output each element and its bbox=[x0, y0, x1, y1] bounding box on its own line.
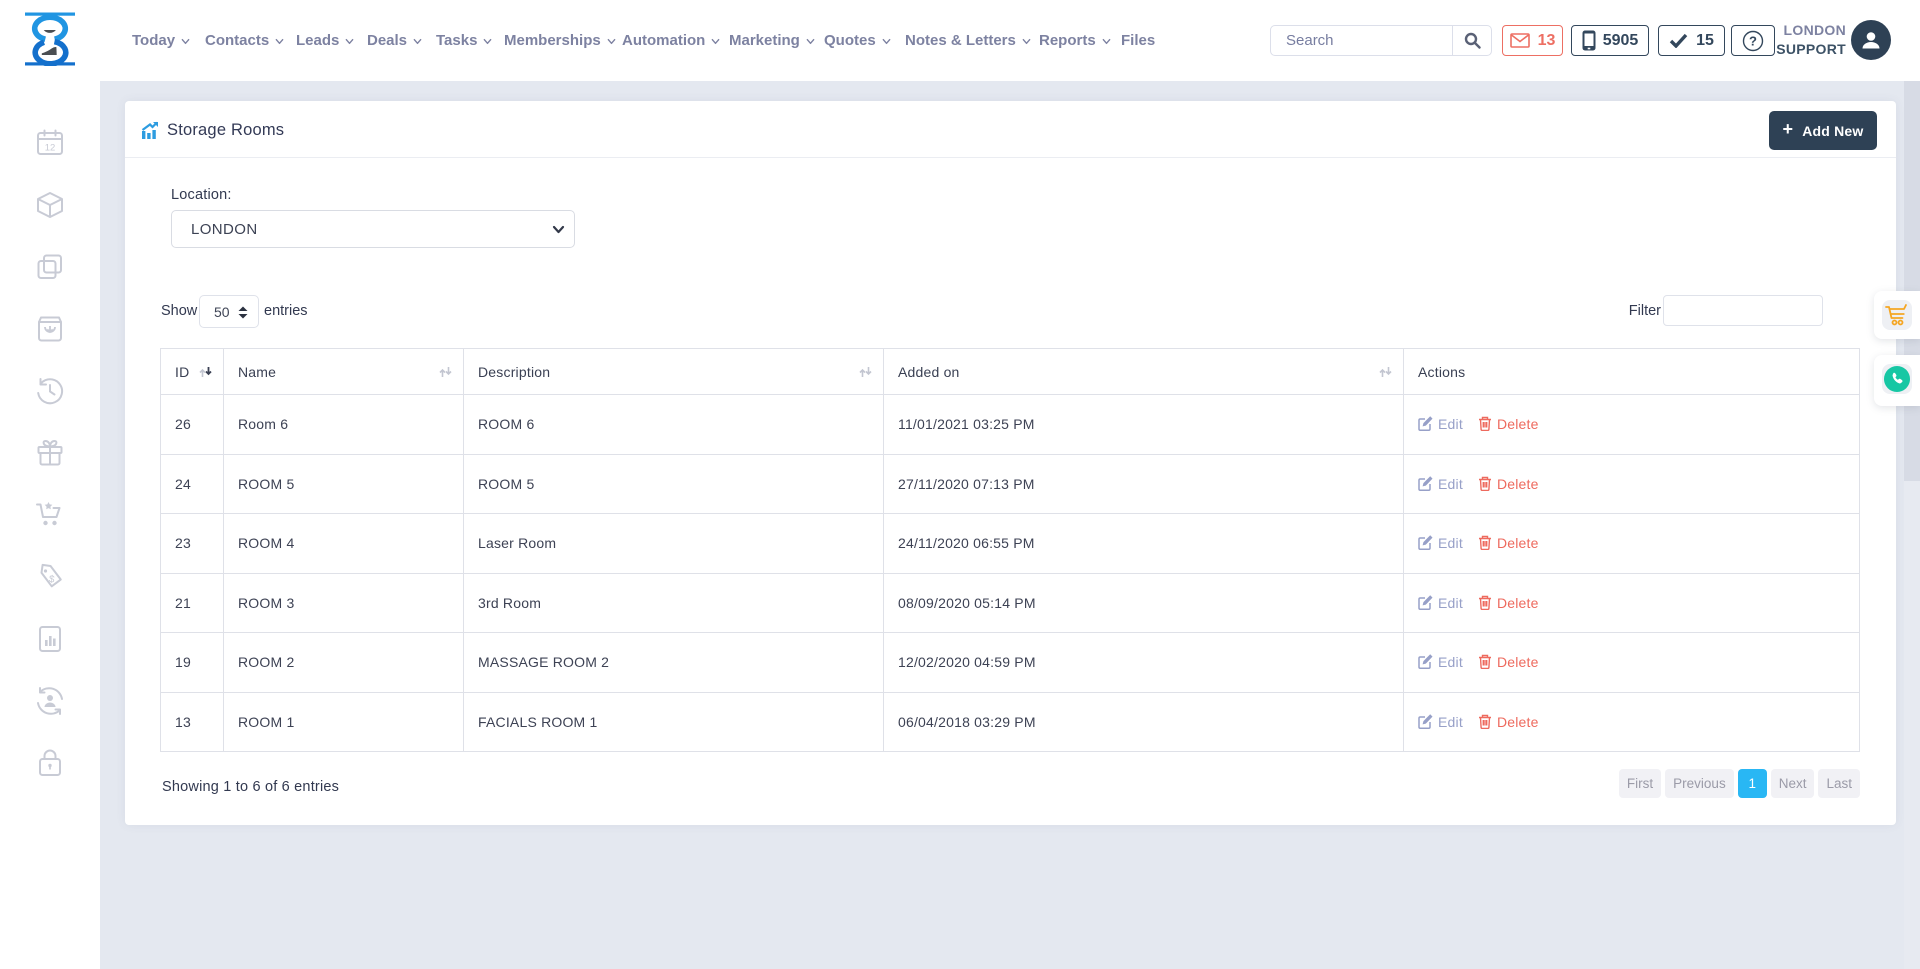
svg-text:12: 12 bbox=[45, 143, 56, 154]
svg-text:?: ? bbox=[1749, 33, 1757, 48]
